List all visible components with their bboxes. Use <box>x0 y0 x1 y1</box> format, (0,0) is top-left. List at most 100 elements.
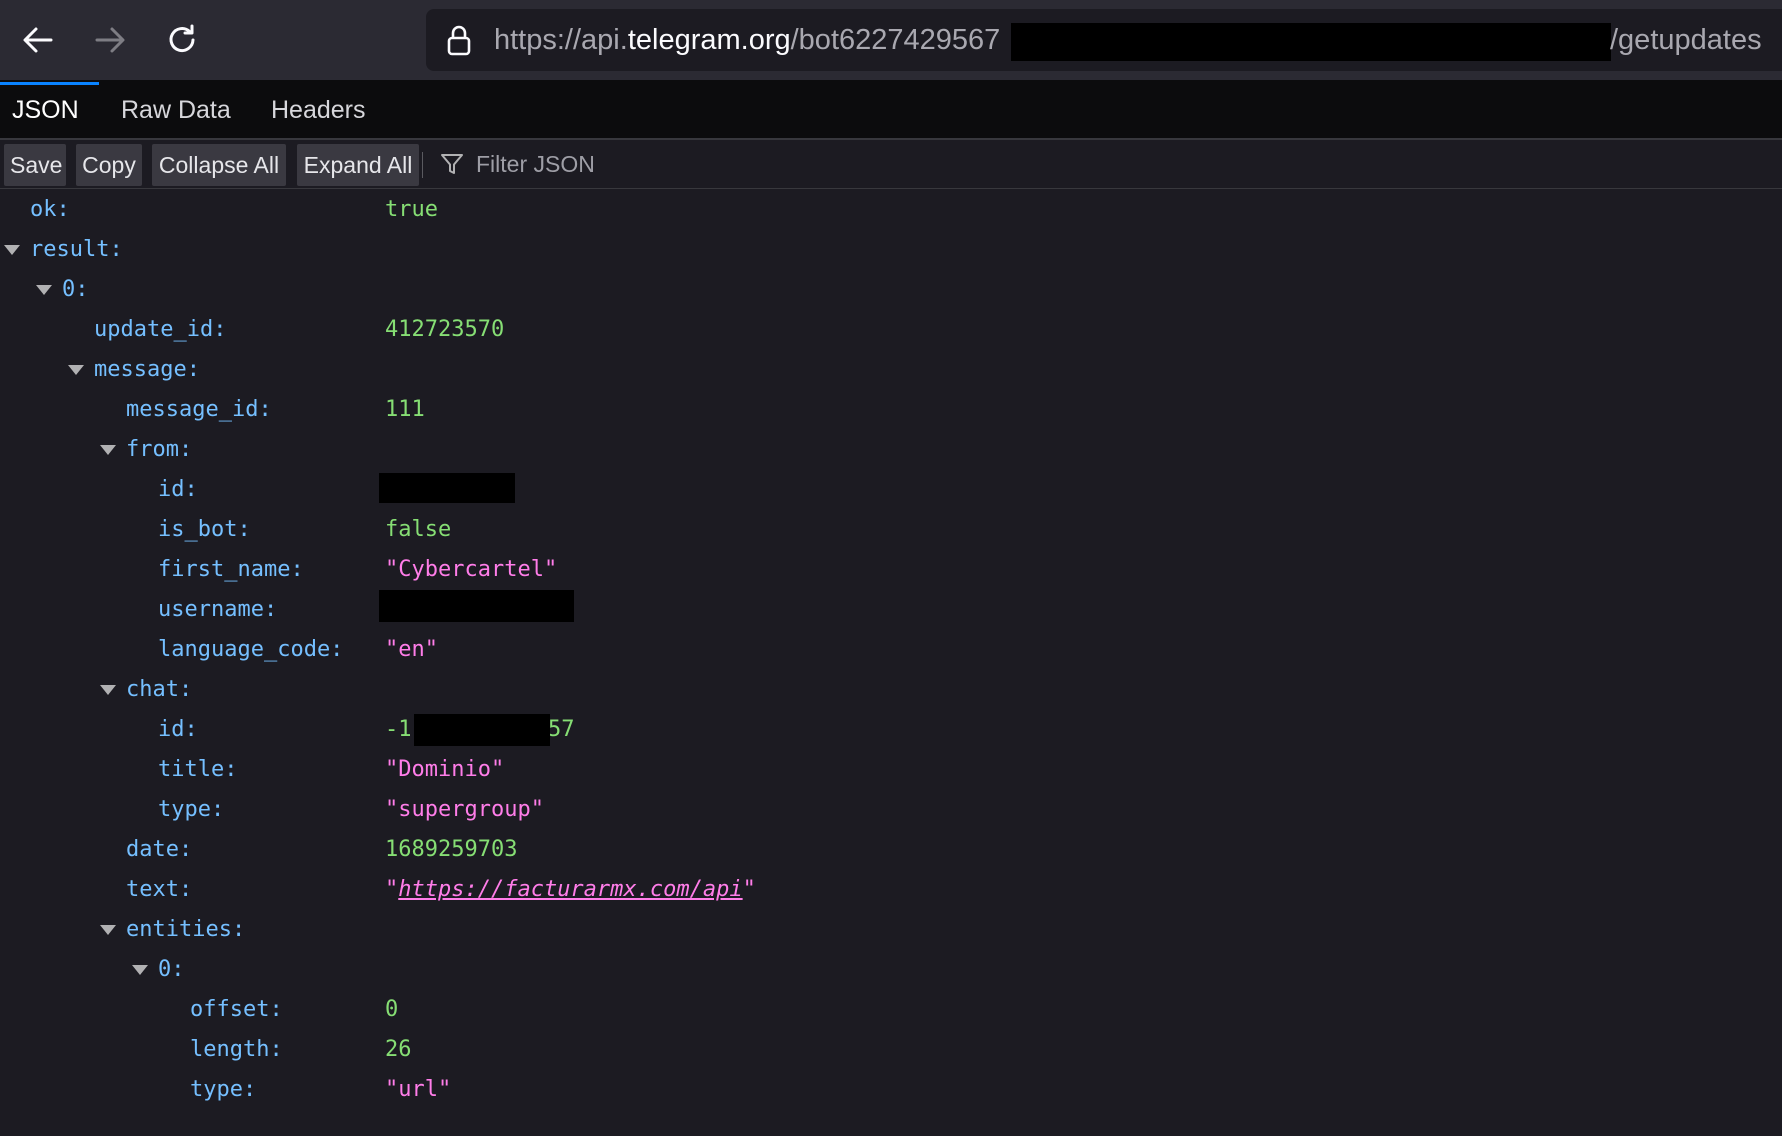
json-value: "Dominio" <box>385 757 505 782</box>
json-row-entity-type: type: "url" <box>0 1070 1782 1110</box>
json-key: 0: <box>62 277 89 302</box>
json-row-chat[interactable]: chat: <box>0 670 1782 710</box>
json-key: title: <box>158 757 238 782</box>
forward-button[interactable] <box>86 16 134 64</box>
close-quote: " <box>742 877 756 902</box>
tab-json[interactable]: JSON <box>12 80 79 138</box>
json-key: message: <box>94 357 200 382</box>
json-value: "url" <box>385 1077 452 1102</box>
filter-icon <box>441 154 463 174</box>
json-key: id: <box>158 717 198 742</box>
json-key: username: <box>158 597 278 622</box>
json-row-result[interactable]: result: <box>0 230 1782 270</box>
json-row-from[interactable]: from: <box>0 430 1782 470</box>
redacted-value <box>379 473 515 503</box>
redacted-value <box>414 714 550 746</box>
json-key: update_id: <box>94 317 227 342</box>
collapse-toggle[interactable] <box>100 445 116 455</box>
collapse-toggle[interactable] <box>100 925 116 935</box>
json-value: "en" <box>385 637 438 662</box>
collapse-all-button[interactable]: Collapse All <box>152 144 286 186</box>
collapse-toggle[interactable] <box>36 285 52 295</box>
json-row-chat-id: id: -1 57 <box>0 710 1782 750</box>
lock-icon <box>447 25 471 56</box>
filter-json <box>440 144 1240 184</box>
json-row-entities-0[interactable]: 0: <box>0 950 1782 990</box>
json-row-first-name: first_name: "Cybercartel" <box>0 550 1782 590</box>
browser-toolbar: https://api.telegram.org/bot6227429567 /… <box>0 0 1782 80</box>
json-row-text: text: "https://facturarmx.com/api" <box>0 870 1782 910</box>
json-row-is-bot: is_bot: false <box>0 510 1782 550</box>
json-row-date: date: 1689259703 <box>0 830 1782 870</box>
url-scheme: https://api. <box>494 24 628 56</box>
json-row-language-code: language_code: "en" <box>0 630 1782 670</box>
collapse-toggle[interactable] <box>100 685 116 695</box>
tab-raw-data[interactable]: Raw Data <box>121 80 231 138</box>
json-row-update-id: update_id: 412723570 <box>0 310 1782 350</box>
url-suffix: /getupdates <box>1610 24 1762 56</box>
collapse-toggle[interactable] <box>132 965 148 975</box>
url-link[interactable]: https://facturarmx.com/api <box>398 877 742 902</box>
toolbar-divider <box>422 152 423 178</box>
json-value: true <box>385 197 438 222</box>
json-row-chat-title: title: "Dominio" <box>0 750 1782 790</box>
json-row-chat-type: type: "supergroup" <box>0 790 1782 830</box>
json-value: false <box>385 517 452 542</box>
json-key: type: <box>190 1077 257 1102</box>
json-row-ok: ok: true <box>0 190 1782 230</box>
tab-headers[interactable]: Headers <box>271 80 366 138</box>
url-bar[interactable]: https://api.telegram.org/bot6227429567 /… <box>426 9 1782 71</box>
url-host: telegram.org <box>627 24 791 56</box>
json-value: 111 <box>385 397 425 422</box>
json-action-bar: Save Copy Collapse All Expand All <box>0 140 1782 189</box>
json-key: length: <box>190 1037 283 1062</box>
json-value: 26 <box>385 1037 412 1062</box>
json-key: id: <box>158 477 198 502</box>
json-key: text: <box>126 877 193 902</box>
filter-json-input[interactable] <box>474 149 1178 179</box>
json-row-result-0[interactable]: 0: <box>0 270 1782 310</box>
reload-button[interactable] <box>158 16 206 64</box>
json-key: ok: <box>30 197 70 222</box>
json-value: "Cybercartel" <box>385 557 558 582</box>
json-tree: ok: true result: 0: update_id: 412723570… <box>0 190 1782 1136</box>
json-value: "supergroup" <box>385 797 544 822</box>
reload-icon <box>169 24 195 53</box>
json-value: 412723570 <box>385 317 505 342</box>
json-key: chat: <box>126 677 193 702</box>
json-value-prefix: -1 <box>385 717 412 742</box>
json-row-length: length: 26 <box>0 1030 1782 1070</box>
redacted-token <box>1011 23 1611 61</box>
json-key: language_code: <box>158 637 344 662</box>
json-key: result: <box>30 237 123 262</box>
json-key: offset: <box>190 997 283 1022</box>
json-value: 0 <box>385 997 399 1022</box>
redacted-value <box>379 590 574 622</box>
save-button[interactable]: Save <box>4 144 66 186</box>
json-row-from-id: id: <box>0 470 1782 510</box>
json-row-message-id: message_id: 111 <box>0 390 1782 430</box>
forward-arrow-icon <box>95 27 125 53</box>
json-key: date: <box>126 837 193 862</box>
json-row-username: username: <box>0 590 1782 630</box>
json-key: from: <box>126 437 193 462</box>
back-button[interactable] <box>14 16 62 64</box>
url-path: /bot6227429567 <box>790 24 1001 56</box>
collapse-toggle[interactable] <box>4 245 20 255</box>
json-key: type: <box>158 797 225 822</box>
json-key: entities: <box>126 917 246 942</box>
json-value: 1689259703 <box>385 837 518 862</box>
copy-button[interactable]: Copy <box>76 144 142 186</box>
json-row-message[interactable]: message: <box>0 350 1782 390</box>
collapse-toggle[interactable] <box>68 365 84 375</box>
json-value-suffix: 57 <box>548 717 575 742</box>
json-row-offset: offset: 0 <box>0 990 1782 1030</box>
url-text: https://api.telegram.org/bot6227429567 <box>494 23 1000 57</box>
json-row-entities[interactable]: entities: <box>0 910 1782 950</box>
json-key: 0: <box>158 957 185 982</box>
viewer-tabs: JSON Raw Data Headers <box>0 80 1782 140</box>
json-value: "https://facturarmx.com/api" <box>385 870 756 910</box>
json-key: is_bot: <box>158 517 251 542</box>
expand-all-button[interactable]: Expand All <box>297 144 419 186</box>
active-tab-indicator <box>0 82 99 85</box>
